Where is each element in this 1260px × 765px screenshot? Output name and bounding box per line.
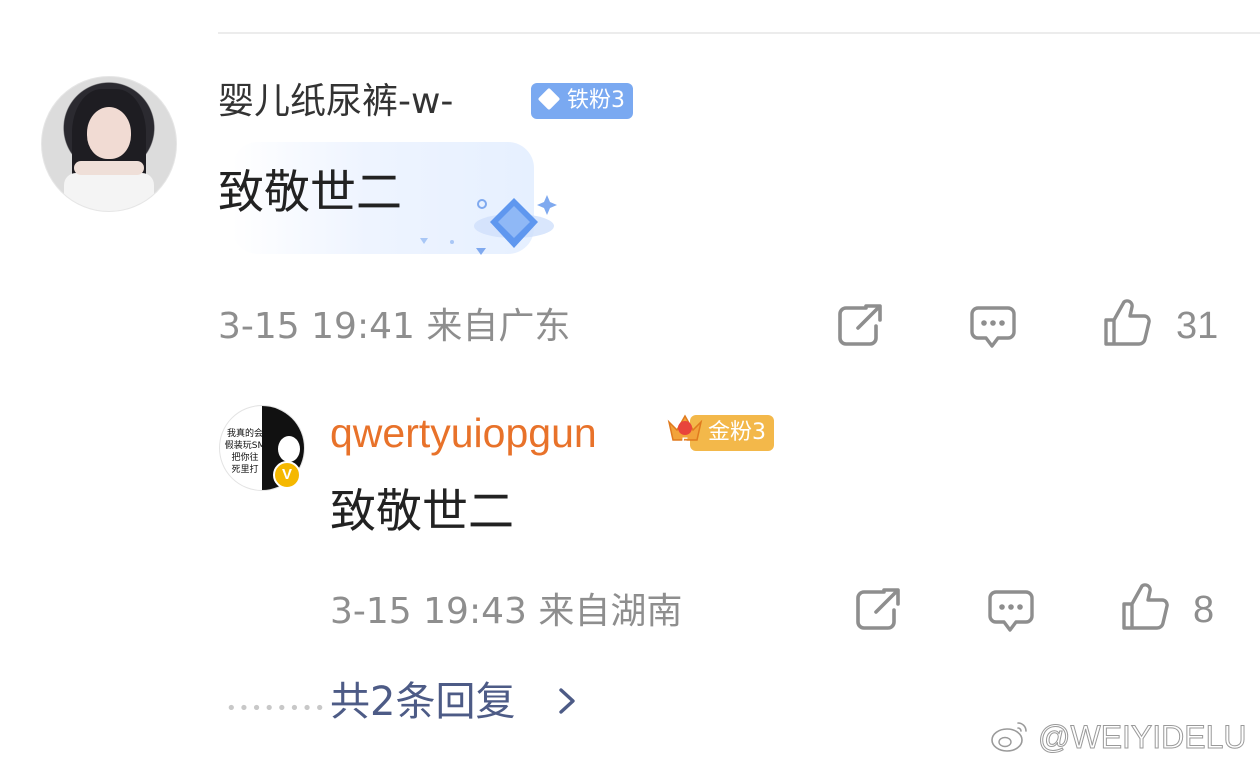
avatar-body	[64, 173, 154, 211]
comment-icon[interactable]	[986, 586, 1036, 634]
like-icon[interactable]	[1120, 582, 1170, 632]
reply-like-count: 8	[1193, 589, 1215, 631]
main-comment-text: 致敬世二	[218, 165, 402, 219]
main-like-count: 31	[1176, 305, 1219, 347]
like-icon[interactable]	[1102, 298, 1152, 348]
main-comment-meta: 3-15 19:41 来自广东	[218, 306, 571, 347]
watermark: @WEIYIDELU	[990, 717, 1248, 757]
reply-comment-text: 致敬世二	[330, 484, 514, 538]
view-replies-link[interactable]: 共2条回复	[330, 678, 515, 726]
watermark-text: @WEIYIDELU	[1038, 719, 1248, 756]
avatar-caption: 我真的会 假装玩SM 把你往 死里打	[224, 429, 266, 475]
more-dots-divider: ••••••••	[226, 698, 327, 719]
iron-fan-badge-label: 铁粉3	[567, 88, 625, 113]
verified-badge-icon: V	[273, 461, 301, 489]
gold-fan-badge-label: 金粉3	[708, 420, 766, 445]
avatar-eye-shape	[278, 436, 300, 462]
reply-comment-meta: 3-15 19:43 来自湖南	[330, 591, 683, 632]
top-divider	[218, 32, 1260, 34]
comment-icon[interactable]	[968, 302, 1018, 350]
diamond-icon	[537, 87, 561, 111]
avatar-main-user[interactable]	[41, 76, 177, 212]
reply-username[interactable]: qwertyuiopgun	[330, 411, 597, 455]
main-username[interactable]: 婴儿纸尿裤-w-	[218, 80, 453, 124]
diamond-decoration-icon	[420, 195, 557, 255]
chevron-right-icon[interactable]	[554, 686, 580, 716]
iron-fan-badge[interactable]: 铁粉3	[531, 83, 633, 119]
share-icon[interactable]	[836, 302, 884, 348]
crown-icon: 5	[667, 414, 703, 448]
avatar-arm	[74, 161, 144, 175]
share-icon[interactable]	[854, 586, 902, 632]
avatar-face	[87, 107, 131, 159]
svg-text:5: 5	[682, 435, 689, 448]
